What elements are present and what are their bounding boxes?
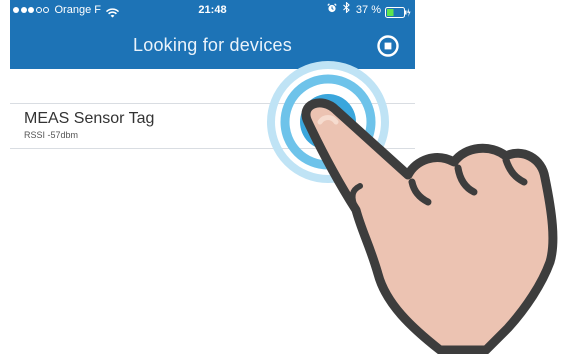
- screenshot-canvas: Orange F 21:48 37 % Looking for devices …: [0, 0, 574, 354]
- pointing-hand-icon: [290, 92, 574, 354]
- alarm-icon: [327, 0, 337, 20]
- bluetooth-icon: [343, 0, 350, 20]
- device-rssi: RSSI -57dbm: [24, 130, 79, 140]
- battery-percent: 37 %: [355, 4, 381, 16]
- refresh-icon[interactable]: [376, 34, 400, 58]
- battery-icon: [385, 5, 411, 18]
- status-bar: Orange F 21:48 37 %: [10, 0, 415, 20]
- page-title: Looking for devices: [133, 35, 292, 55]
- status-right: 37 %: [327, 0, 411, 20]
- app-header: Orange F 21:48 37 % Looking for devices: [10, 0, 415, 69]
- device-name: MEAS Sensor Tag: [24, 110, 155, 127]
